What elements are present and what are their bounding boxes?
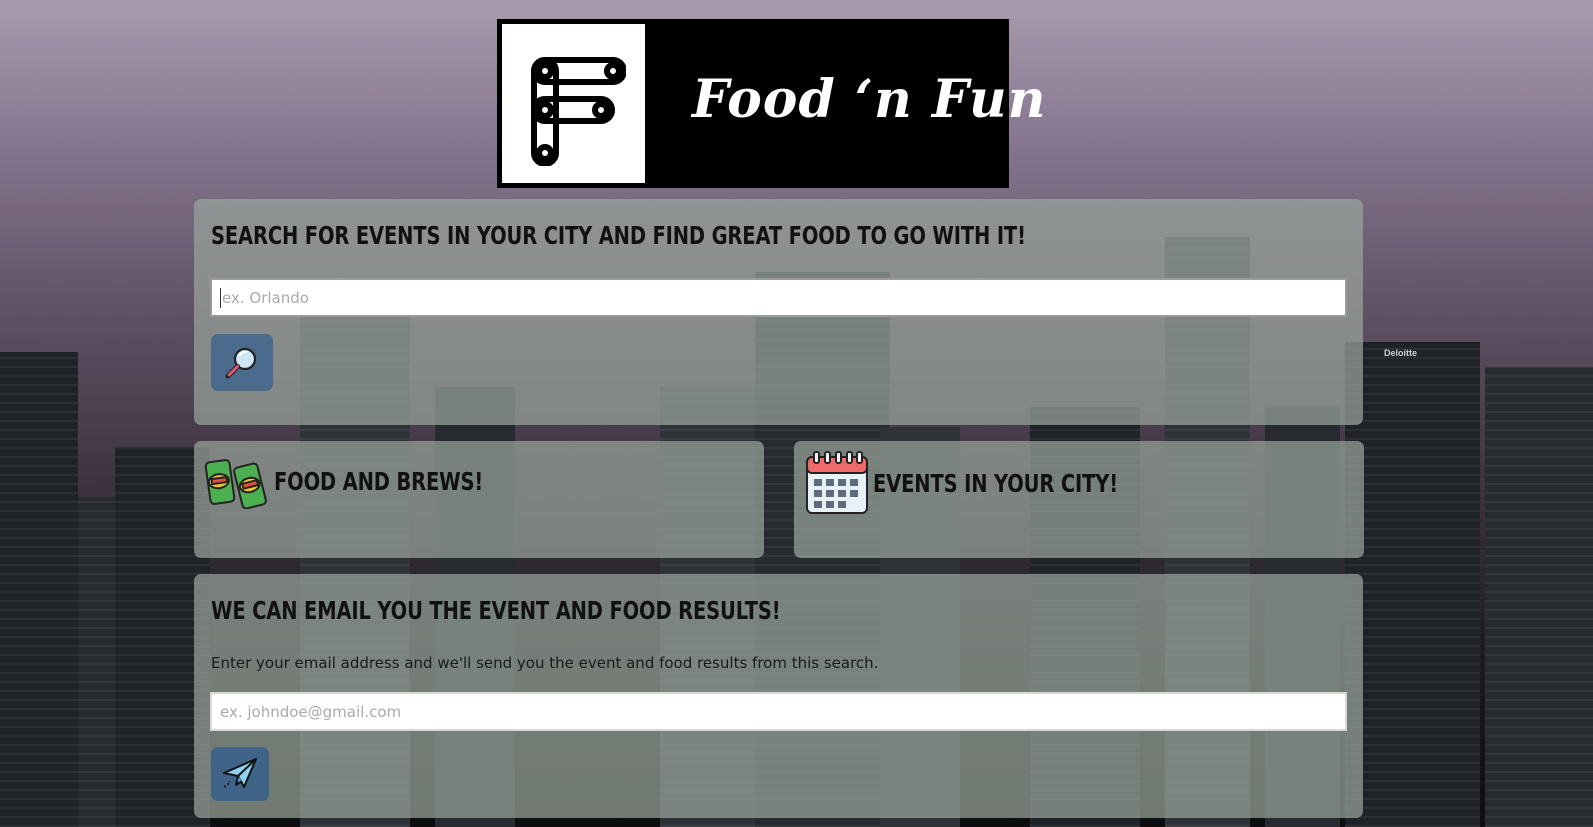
text-caret [220,287,221,308]
paper-plane-icon [223,758,257,788]
logo-f-mark-icon [502,24,645,183]
email-description: Enter your email address and we'll send … [211,654,879,672]
email-panel: We can email you the event and food resu… [194,574,1363,818]
drink-cans-icon [204,459,267,509]
city-search-placeholder: ex. Orlando [222,288,309,307]
search-heading: Search for events in your city and find … [211,221,1026,250]
city-search-input[interactable]: ex. Orlando [210,278,1347,317]
send-email-button[interactable] [211,747,269,801]
magnifier-icon [225,347,257,378]
email-heading: We can email you the event and food resu… [211,596,781,625]
search-button[interactable] [211,334,273,391]
food-panel: Food and Brews! [194,441,764,558]
calendar-icon [806,451,868,514]
logo-wordmark: Food ‘n Fun [692,69,1047,130]
email-input[interactable]: ex. johndoe@gmail.com [210,692,1347,731]
events-panel-title: Events in your City! [873,468,1118,498]
brand-logo: Food ‘n Fun [497,19,1046,188]
search-panel: Search for events in your city and find … [194,199,1363,425]
events-panel: Events in your City! [794,441,1364,558]
food-panel-title: Food and Brews! [274,466,484,496]
email-input-placeholder: ex. johndoe@gmail.com [220,702,402,721]
